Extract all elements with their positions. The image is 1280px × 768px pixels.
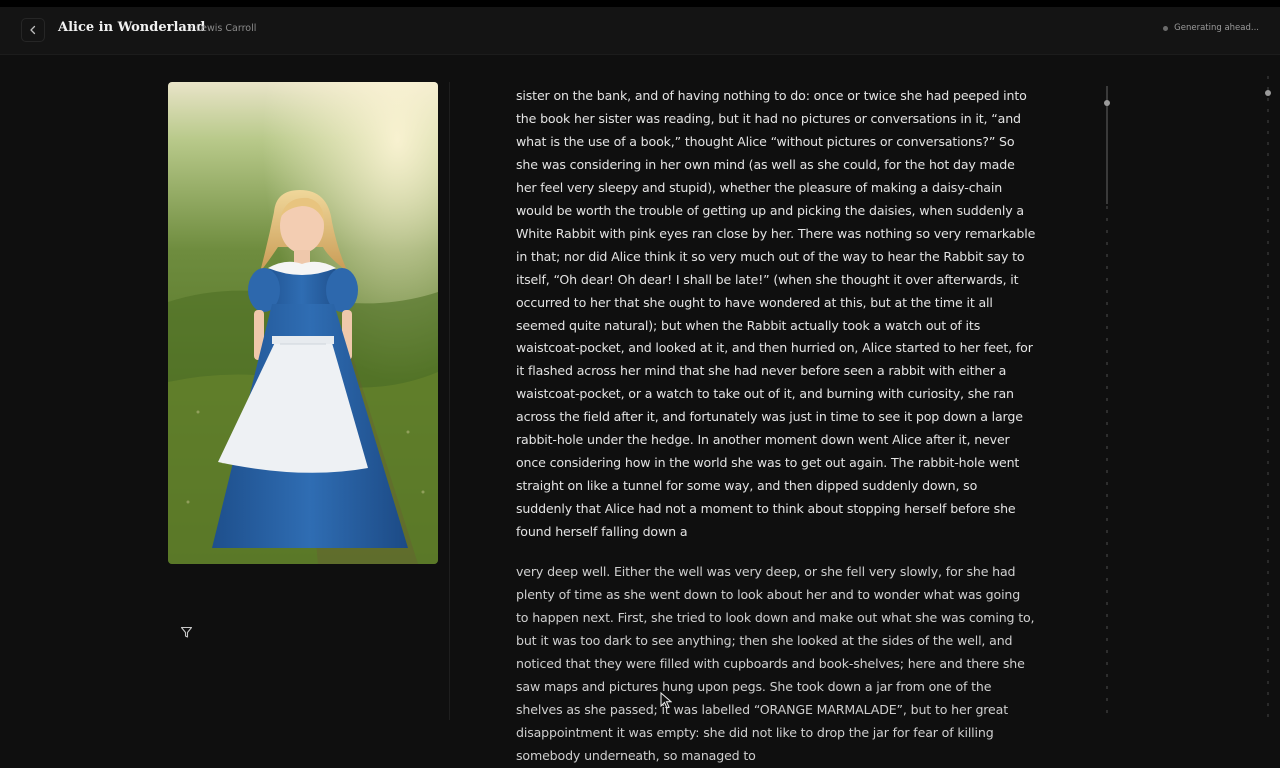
book-author: · Lewis Carroll [190, 23, 257, 34]
reader-header: Alice in Wonderland · Lewis Carroll Gene… [0, 7, 1280, 55]
filter-icon[interactable] [180, 626, 193, 639]
scrollbar-track[interactable] [1267, 76, 1269, 720]
reader-text: sister on the bank, and of having nothin… [516, 85, 1036, 768]
panel-divider [449, 82, 450, 720]
back-button[interactable] [21, 18, 45, 42]
chevron-left-icon [30, 25, 36, 35]
illustration-image [168, 82, 438, 564]
status-dot-icon [1163, 25, 1169, 31]
window-top-strip [0, 0, 1280, 7]
chapter-illustration [168, 82, 438, 564]
page-progress-thumb[interactable] [1104, 100, 1110, 106]
generation-status: Generating ahead... [1163, 23, 1259, 33]
scrollbar-thumb[interactable] [1265, 90, 1271, 96]
book-title: Alice in Wonderland [58, 20, 206, 35]
status-text: Generating ahead... [1174, 23, 1259, 33]
mouse-cursor-icon [660, 692, 672, 709]
paragraph-1: sister on the bank, and of having nothin… [516, 88, 1036, 540]
paragraph-2: very deep well. Either the well was very… [516, 564, 1035, 763]
